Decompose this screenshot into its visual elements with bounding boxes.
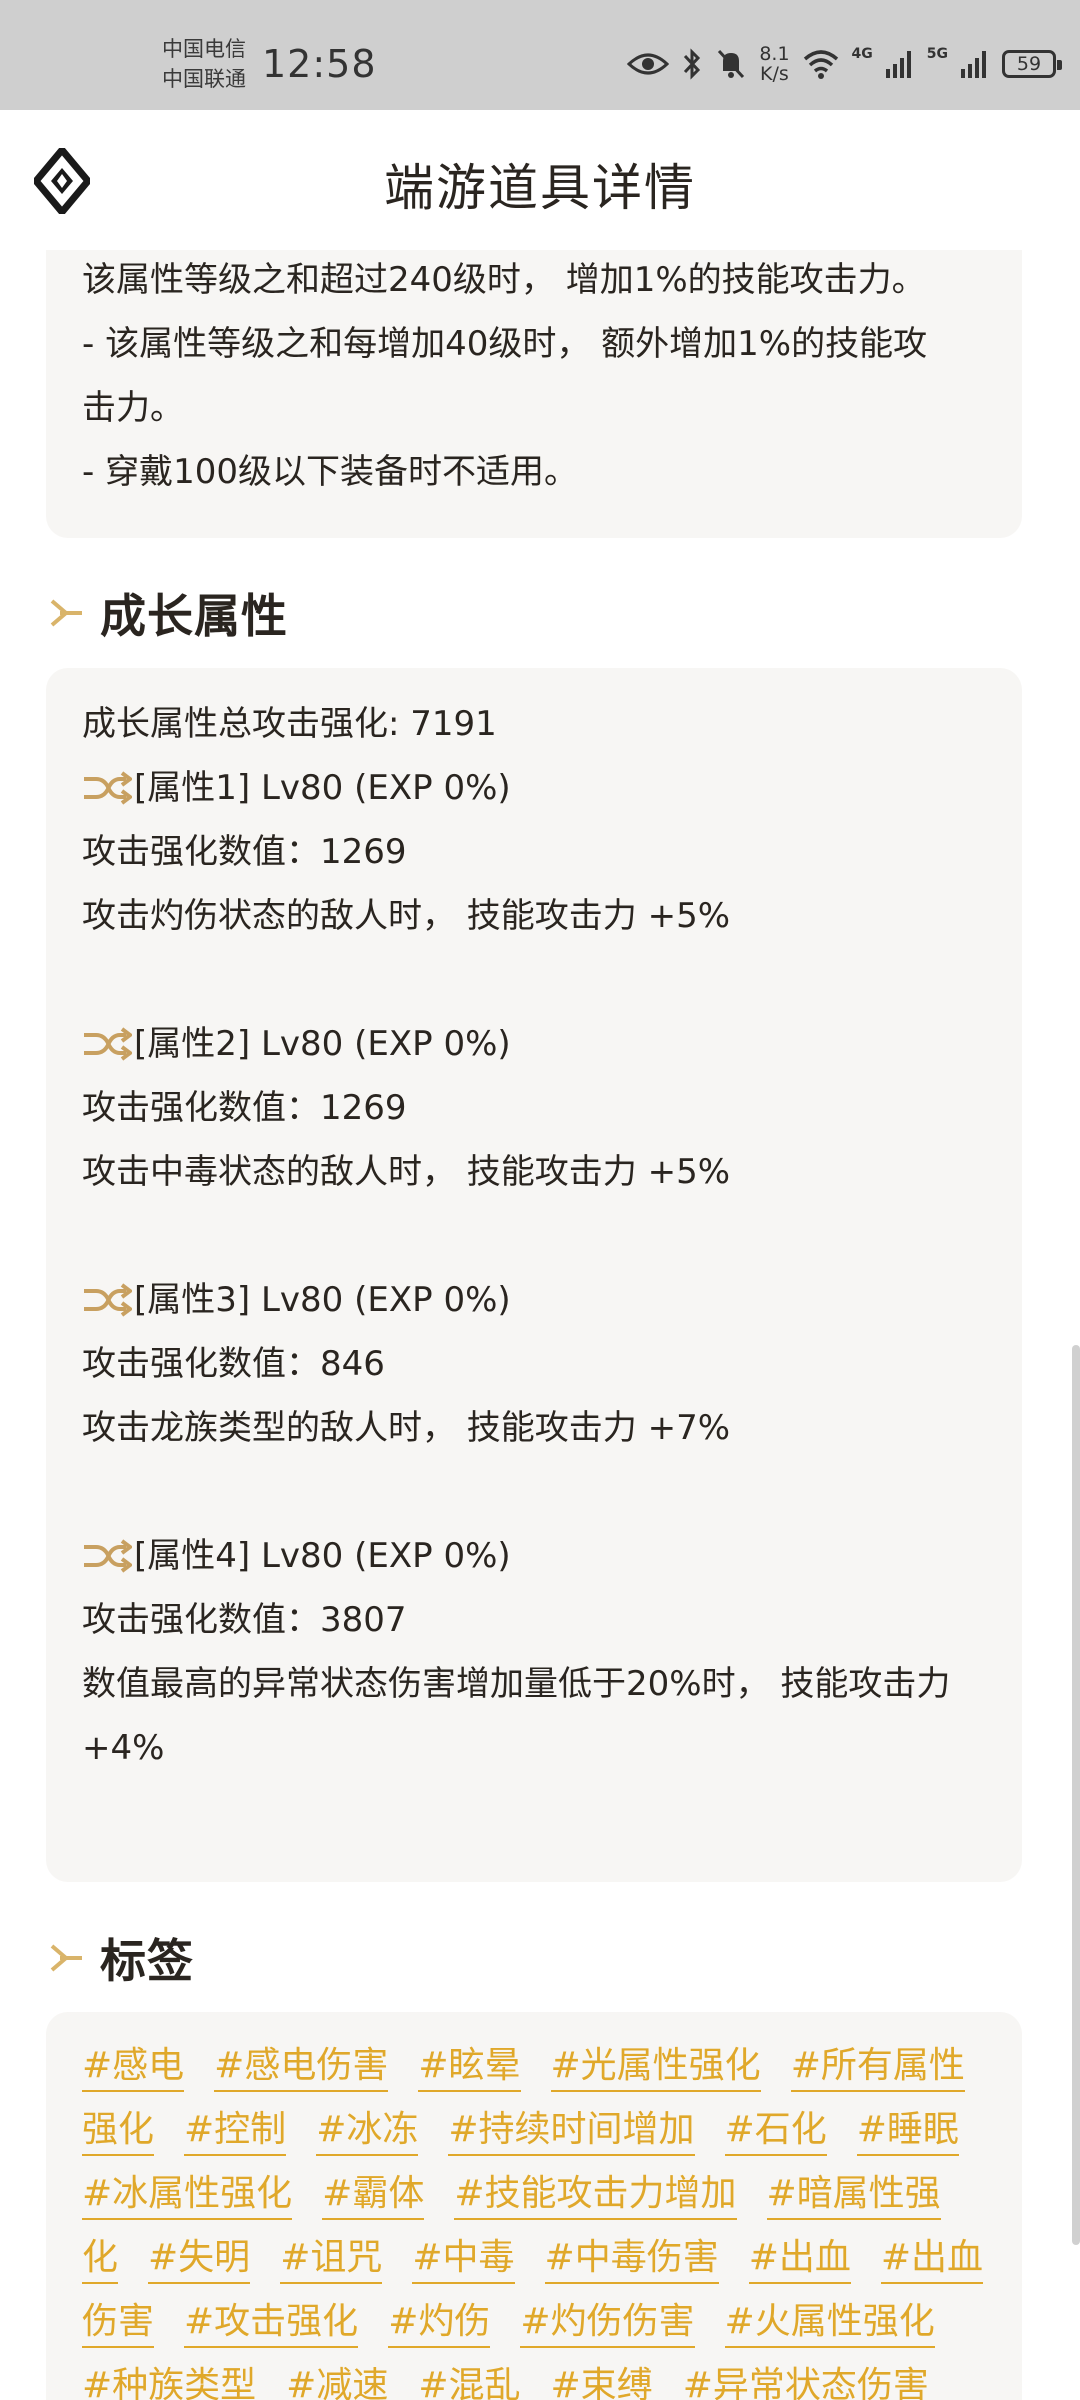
tag-link[interactable]: #攻击强化 [184, 2301, 359, 2348]
page-title: 端游道具详情 [384, 159, 696, 217]
growth-section-heading: 成长属性 [46, 580, 288, 646]
network-type-2: 5G [926, 46, 948, 62]
carrier-info: 中国电信 中国联通 [162, 34, 246, 94]
network-type-1: 4G [851, 46, 873, 62]
speed-value: 8.1 [759, 43, 790, 65]
attribute-effect: 数值最高的异常状态伤害增加量低于20%时， 技能攻击力 +4% [82, 1664, 951, 1768]
status-bar: 中国电信 中国联通 12:58 8.1 K/s 4G 5G 59 [0, 0, 1080, 110]
shuffle-icon [84, 1027, 132, 1061]
tag-link[interactable]: #石化 [724, 2109, 827, 2156]
attribute-header: [属性1] Lv80 (EXP 0%) [82, 756, 992, 820]
battery-icon: 59 [1002, 50, 1062, 78]
attribute-title: [属性2] Lv80 (EXP 0%) [134, 1024, 511, 1064]
tags-card: #感电 #感电伤害 #眩晕 #光属性强化 #所有属性强化 #控制 #冰冻 #持续时间增加 #石化… [46, 2012, 1022, 2400]
attribute-value: 攻击强化数值：1269 [82, 1088, 407, 1128]
attribute-header: [属性4] Lv80 (EXP 0%) [82, 1524, 992, 1588]
attribute-header: [属性2] Lv80 (EXP 0%) [82, 1012, 992, 1076]
signal-icon-2 [961, 51, 986, 78]
set-effect-line: - 该属性等级之和每增加40级时， 额外增加1%的技能攻 [82, 324, 928, 364]
attribute-effect: 攻击灼伤状态的敌人时， 技能攻击力 +5% [82, 896, 731, 936]
tags-section-title: 标签 [100, 1934, 194, 1988]
attribute-header: [属性3] Lv80 (EXP 0%) [82, 1268, 992, 1332]
tag-link[interactable]: #感电伤害 [214, 2045, 389, 2092]
tag-link[interactable]: #种族类型 [82, 2365, 257, 2400]
attribute-effect: 攻击中毒状态的敌人时， 技能攻击力 +5% [82, 1152, 731, 1192]
tag-link[interactable]: #束缚 [550, 2365, 653, 2400]
tag-link[interactable]: #感电 [82, 2045, 185, 2092]
tag-link[interactable]: #光属性强化 [550, 2045, 761, 2092]
tag-link[interactable]: #中毒伤害 [544, 2237, 719, 2284]
set-effect-line: 击力。 [82, 388, 184, 428]
growth-section-title: 成长属性 [100, 589, 288, 643]
tag-link[interactable]: #混乱 [418, 2365, 521, 2400]
detail-content[interactable]: 该属性等级之和超过240级时， 增加1%的技能攻击力。 - 该属性等级之和每增加… [0, 250, 1080, 2400]
attribute-value: 攻击强化数值：3807 [82, 1600, 407, 1640]
mute-bell-icon [718, 49, 745, 79]
tag-link[interactable]: #出血 [748, 2237, 851, 2284]
section-arrow-icon [50, 1944, 82, 1972]
tag-link[interactable]: #减速 [286, 2365, 389, 2400]
attribute-title: [属性1] Lv80 (EXP 0%) [134, 768, 511, 808]
wifi-icon [803, 50, 838, 79]
set-effect-line: - 穿戴100级以下装备时不适用。 [82, 452, 578, 492]
speed-unit: K/s [760, 63, 789, 85]
status-icons: 8.1 K/s 4G 5G 59 [627, 40, 1062, 88]
bluetooth-icon [684, 48, 701, 80]
shuffle-icon [84, 1283, 132, 1317]
attribute-title: [属性3] Lv80 (EXP 0%) [134, 1280, 511, 1320]
attribute-value: 攻击强化数值：1269 [82, 832, 407, 872]
tag-list: #感电 #感电伤害 #眩晕 #光属性强化 #所有属性强化 #控制 #冰冻 #持续时间增加 #石化… [82, 2034, 992, 2400]
tag-link[interactable]: #诅咒 [280, 2237, 383, 2284]
eye-icon [627, 53, 670, 75]
carrier-1: 中国电信 [162, 37, 246, 61]
tag-link[interactable]: #技能攻击力增加 [454, 2173, 737, 2220]
app-header: 端游道具详情 [0, 110, 1080, 250]
shuffle-icon [84, 771, 132, 805]
tag-link[interactable]: #中毒 [412, 2237, 515, 2284]
scrollbar[interactable] [1072, 1345, 1080, 2245]
shuffle-icon [84, 1539, 132, 1573]
tag-link[interactable]: #霸体 [322, 2173, 425, 2220]
growth-attributes-card: 成长属性总攻击强化: 7191 [属性1] Lv80 (EXP 0%) 攻击强化… [46, 668, 1022, 1882]
tag-link[interactable]: #冰属性强化 [82, 2173, 293, 2220]
attribute-value: 攻击强化数值：846 [82, 1344, 385, 1384]
set-effect-card: 该属性等级之和超过240级时， 增加1%的技能攻击力。 - 该属性等级之和每增加… [46, 250, 1022, 538]
section-arrow-icon [50, 599, 82, 627]
tags-section-heading: 标签 [46, 1925, 194, 1991]
set-effect-line: 该属性等级之和超过240级时， 增加1%的技能攻击力。 [82, 260, 926, 300]
clock: 12:58 [262, 42, 377, 86]
tag-link[interactable]: #火属性强化 [724, 2301, 935, 2348]
tag-link[interactable]: #灼伤伤害 [520, 2301, 695, 2348]
signal-icon-1 [885, 51, 911, 78]
carrier-2: 中国联通 [162, 67, 246, 91]
attribute-title: [属性4] Lv80 (EXP 0%) [134, 1536, 511, 1576]
attribute-effect: 攻击龙族类型的敌人时， 技能攻击力 +7% [82, 1408, 731, 1448]
tag-link[interactable]: #睡眠 [856, 2109, 959, 2156]
network-speed: 8.1 K/s [759, 44, 789, 84]
tag-link[interactable]: #控制 [184, 2109, 287, 2156]
tag-link[interactable]: #异常状态伤害 [682, 2365, 929, 2400]
tag-link[interactable]: #失明 [148, 2237, 251, 2284]
growth-total: 成长属性总攻击强化: 7191 [82, 704, 497, 744]
tag-link[interactable]: #眩晕 [418, 2045, 521, 2092]
tag-link[interactable]: #持续时间增加 [448, 2109, 695, 2156]
tag-link[interactable]: #冰冻 [316, 2109, 419, 2156]
tag-link[interactable]: #灼伤 [388, 2301, 491, 2348]
